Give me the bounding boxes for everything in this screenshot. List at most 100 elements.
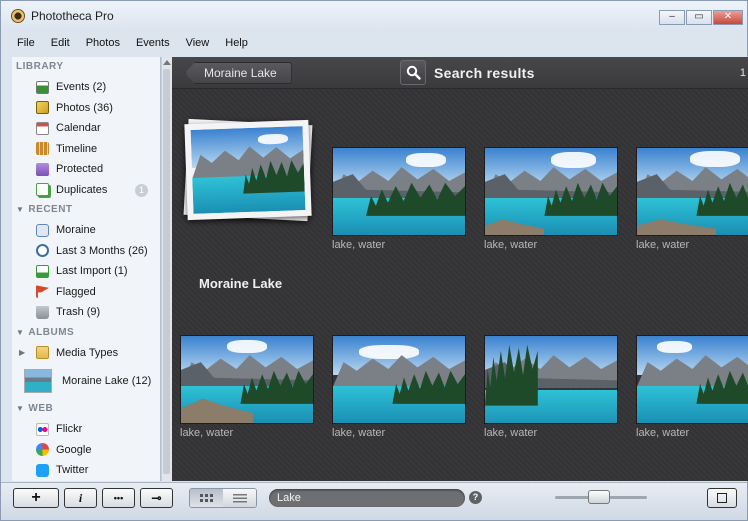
albums-header-label: ALBUMS: [28, 326, 75, 338]
back-button[interactable]: Moraine Lake: [185, 62, 292, 84]
fullscreen-icon: [717, 493, 727, 503]
photo-thumbnail[interactable]: lake, water: [332, 147, 466, 251]
maximize-button[interactable]: ▭: [686, 10, 712, 25]
expand-triangle-icon[interactable]: ▶: [19, 348, 25, 357]
featured-album-stack[interactable]: Moraine Lake: [172, 89, 322, 299]
scrollbar-thumb[interactable]: [163, 69, 170, 474]
search-input[interactable]: Lake: [269, 489, 465, 507]
add-button[interactable]: +: [13, 488, 59, 508]
bottom-toolbar: + i ••• ⊸ Lake ?: [1, 482, 747, 520]
sidebar-item-flagged[interactable]: Flagged: [12, 282, 160, 303]
sidebar-item-label: Google: [56, 443, 92, 456]
title-bar: Phototheca Pro – ▭ ✕: [1, 1, 747, 31]
sidebar-item-media-types[interactable]: ▶ Media Types: [12, 343, 160, 364]
fullscreen-button[interactable]: [707, 488, 737, 508]
photo-thumbnail[interactable]: lake, water: [332, 335, 466, 439]
sidebar-scrollbar[interactable]: [161, 57, 171, 481]
sidebar-item-timeline[interactable]: Timeline: [12, 139, 160, 160]
trash-icon: [36, 305, 49, 319]
menu-view[interactable]: View: [178, 34, 218, 54]
menu-events[interactable]: Events: [128, 34, 178, 54]
key-button[interactable]: ⊸: [140, 488, 173, 508]
sidebar-item-label: Protected: [56, 163, 104, 176]
album-stack-front-photo: [184, 119, 312, 221]
photo-thumbnail[interactable]: lake, water: [636, 147, 748, 251]
sidebar-item-label: Moraine Lake (12): [62, 375, 152, 387]
folder-icon: [36, 346, 49, 360]
library-header-label: LIBRARY: [16, 61, 64, 72]
menu-photos[interactable]: Photos: [78, 34, 128, 54]
web-section-header[interactable]: ▼ WEB: [12, 399, 160, 419]
list-view-button[interactable]: [223, 489, 256, 507]
sidebar-item-label: Timeline: [56, 142, 98, 155]
photo-thumbnail[interactable]: lake, water: [484, 147, 618, 251]
sidebar-item-label: Flickr: [56, 423, 83, 436]
photo-caption: lake, water: [484, 239, 538, 251]
photo-thumbnail[interactable]: lake, water: [180, 335, 314, 439]
sidebar-item-label: Duplicates: [56, 183, 108, 196]
sidebar-item-moraine[interactable]: Moraine: [12, 220, 160, 241]
calendar-icon: [36, 121, 49, 135]
sidebar-item-flickr[interactable]: Flickr: [12, 419, 160, 440]
photo-grid: Moraine Lake lake, water lake, water lak…: [172, 89, 748, 481]
menu-file[interactable]: File: [1, 34, 43, 54]
sidebar-item-label: Trash (9): [56, 306, 101, 319]
photo-thumbnail[interactable]: lake, water: [636, 335, 748, 439]
search-results-heading: Search results: [434, 65, 535, 81]
sidebar: LIBRARY Events (2) Photos (36) Calendar …: [12, 57, 161, 481]
photo-image: [636, 335, 748, 424]
scroll-up-arrow-icon[interactable]: [163, 60, 171, 65]
events-icon: [36, 80, 49, 94]
sidebar-item-label: Calendar: [56, 122, 101, 135]
sidebar-item-events[interactable]: Events (2): [12, 77, 160, 98]
sidebar-item-google[interactable]: Google: [12, 440, 160, 461]
app-window: Phototheca Pro – ▭ ✕ File Edit Photos Ev…: [0, 0, 748, 521]
window-title: Phototheca Pro: [31, 9, 114, 23]
sidebar-item-last-3-months[interactable]: Last 3 Months (26): [12, 241, 160, 262]
menu-edit[interactable]: Edit: [43, 34, 78, 54]
recent-section-header[interactable]: ▼ RECENT: [12, 200, 160, 220]
photo-caption: lake, water: [332, 239, 386, 251]
photo-caption: lake, water: [484, 427, 538, 439]
close-button[interactable]: ✕: [713, 10, 743, 25]
flickr-icon: [36, 422, 49, 436]
collapse-triangle-icon: ▼: [16, 404, 25, 413]
album-thumbnail-icon: [24, 369, 52, 393]
library-section-header[interactable]: LIBRARY: [12, 57, 160, 77]
help-icon[interactable]: ?: [469, 491, 482, 504]
photo-image: [484, 335, 618, 424]
menu-help[interactable]: Help: [217, 34, 256, 54]
sidebar-item-duplicates[interactable]: Duplicates 1: [12, 180, 160, 201]
sidebar-item-twitter[interactable]: Twitter: [12, 460, 160, 481]
main-content: Moraine Lake Search results 1 Moraine La…: [172, 57, 748, 481]
info-button[interactable]: i: [64, 488, 97, 508]
minimize-button[interactable]: –: [659, 10, 685, 25]
photo-image: [636, 147, 748, 236]
photo-caption: lake, water: [636, 427, 690, 439]
photo-thumbnail[interactable]: lake, water: [484, 335, 618, 439]
slider-thumb[interactable]: [588, 490, 610, 504]
sidebar-item-label: Moraine: [56, 224, 96, 237]
twitter-icon: [36, 463, 49, 477]
photo-image: [180, 335, 314, 424]
more-button[interactable]: •••: [102, 488, 135, 508]
sidebar-item-label: Twitter: [56, 464, 89, 477]
photos-icon: [36, 101, 49, 115]
clock-icon: [36, 244, 49, 258]
grid-view-button[interactable]: [190, 489, 223, 507]
albums-section-header[interactable]: ▼ ALBUMS: [12, 323, 160, 343]
collapse-triangle-icon: ▼: [16, 205, 25, 214]
sidebar-item-calendar[interactable]: Calendar: [12, 118, 160, 139]
sidebar-item-last-import[interactable]: Last Import (1): [12, 261, 160, 282]
sidebar-item-label: Events (2): [56, 81, 107, 94]
content-header-bar: Moraine Lake Search results 1: [172, 57, 748, 89]
grid-icon: [199, 493, 213, 502]
sidebar-item-protected[interactable]: Protected: [12, 159, 160, 180]
duplicates-icon: [36, 183, 49, 197]
window-controls: – ▭ ✕: [659, 10, 743, 25]
sidebar-item-photos[interactable]: Photos (36): [12, 98, 160, 119]
sidebar-item-trash[interactable]: Trash (9): [12, 302, 160, 323]
sidebar-item-label: Photos (36): [56, 101, 113, 114]
duplicates-count-badge: 1: [135, 183, 148, 197]
sidebar-item-moraine-lake-album[interactable]: Moraine Lake (12): [12, 363, 160, 399]
